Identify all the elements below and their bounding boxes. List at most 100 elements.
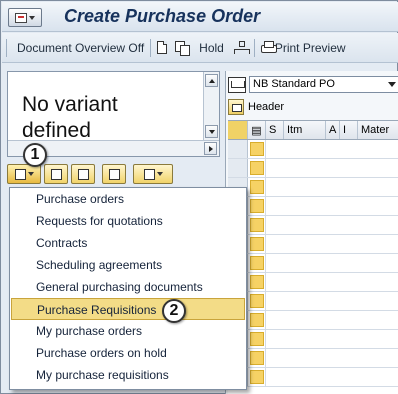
status-marker-icon [249,294,264,308]
new-document-icon [157,41,168,54]
menu-item[interactable]: My purchase orders [10,320,246,342]
status-marker-icon [249,218,264,232]
column-header[interactable]: S [266,121,284,139]
header-expand-row[interactable]: Header [228,98,398,116]
selection-variant-icon [14,168,26,180]
copy-icon [175,41,191,56]
table-row[interactable] [228,330,398,349]
table-row[interactable] [228,349,398,368]
empty-cell[interactable] [266,273,398,291]
layout-icon [143,168,155,180]
table-row[interactable] [228,368,398,387]
chevron-down-icon [27,172,34,176]
status-marker-icon [249,351,264,365]
empty-cell[interactable] [266,178,398,196]
status-marker-icon [249,161,264,175]
items-table: ▤ S Itm A I Mater [228,120,398,394]
menu-item[interactable]: Purchase orders on hold [10,342,246,364]
table-row[interactable] [228,159,398,178]
menu-item[interactable]: Scheduling agreements [10,254,246,276]
print-preview-button[interactable]: Print Preview [260,41,346,55]
empty-cell[interactable] [266,330,398,348]
toolbar-divider [253,38,255,57]
table-row[interactable] [228,197,398,216]
status-marker-icon [249,237,264,251]
find-button[interactable] [102,164,126,184]
menu-item[interactable]: General purchasing documents [10,276,246,298]
copy-button[interactable] [175,41,191,56]
copy-doc-button[interactable] [44,164,68,184]
table-row[interactable] [228,178,398,197]
column-settings-icon[interactable]: ▤ [248,121,266,139]
menu-item[interactable]: My purchase requisitions [10,364,246,386]
table-row[interactable] [228,235,398,254]
empty-cell[interactable] [266,235,398,253]
row-selector[interactable] [228,140,248,158]
table-row[interactable] [228,292,398,311]
refresh-button[interactable] [71,164,95,184]
status-cell [248,330,266,348]
status-cell [248,349,266,367]
table-row[interactable] [228,273,398,292]
status-cell [248,216,266,234]
select-all-icon[interactable] [228,121,248,139]
refresh-icon [77,168,89,180]
menu-item[interactable]: Contracts [10,232,246,254]
status-cell [248,368,266,386]
scroll-down-icon[interactable] [205,125,218,138]
table-row[interactable] [228,216,398,235]
status-cell [248,178,266,196]
document-overview-button[interactable]: Document Overview Off [17,41,144,55]
item-overview-area: NB Standard PO Header ▤ S Itm A I Mater [225,71,398,394]
empty-cell[interactable] [266,292,398,310]
header-expand-icon[interactable] [228,99,244,115]
page-title: Create Purchase Order [64,6,261,26]
status-marker-icon [249,332,264,346]
column-header[interactable]: Itm [284,121,326,139]
column-header[interactable]: I [340,121,358,139]
status-cell [248,273,266,291]
status-marker-icon [249,199,264,213]
application-toolbar: Document Overview Off Hold Print Preview [2,33,398,63]
toolbar-divider [150,38,152,57]
system-menu-button[interactable] [8,8,42,27]
empty-cell[interactable] [266,197,398,215]
status-cell [248,235,266,253]
menu-item[interactable]: Purchase orders [10,188,246,210]
empty-cell[interactable] [266,140,398,158]
table-row[interactable] [228,311,398,330]
column-header[interactable]: Mater [358,121,398,139]
layout-button[interactable] [133,164,173,184]
empty-cell[interactable] [266,159,398,177]
order-type-select[interactable]: NB Standard PO [249,76,398,93]
hold-button[interactable]: Hold [199,41,224,55]
empty-cell[interactable] [266,349,398,367]
column-header[interactable]: A [326,121,340,139]
new-document-button[interactable] [157,41,168,54]
vertical-scrollbar[interactable] [203,72,219,140]
status-marker-icon [249,142,264,156]
empty-cell[interactable] [266,311,398,329]
menu-item[interactable]: Requests for quotations [10,210,246,232]
row-selector[interactable] [228,159,248,177]
title-bar: Create Purchase Order [2,2,398,32]
chevron-down-icon [29,15,35,20]
order-type-value: NB Standard PO [253,78,335,90]
menu-item[interactable]: Purchase Requisitions [11,298,245,320]
selection-variant-button[interactable] [7,164,41,184]
table-row[interactable] [228,140,398,159]
step-callout: 2 [162,299,186,323]
scroll-right-icon[interactable] [204,142,217,155]
step-callout: 1 [23,143,47,167]
empty-cell[interactable] [266,254,398,272]
status-cell [248,292,266,310]
structure-button[interactable] [233,41,250,54]
status-cell [248,159,266,177]
empty-cell[interactable] [266,216,398,234]
system-menu-icon [15,12,27,23]
scroll-up-icon[interactable] [205,74,218,87]
table-row[interactable] [228,254,398,273]
empty-cell[interactable] [266,368,398,386]
status-marker-icon [249,256,264,270]
order-type-row: NB Standard PO [228,75,398,94]
